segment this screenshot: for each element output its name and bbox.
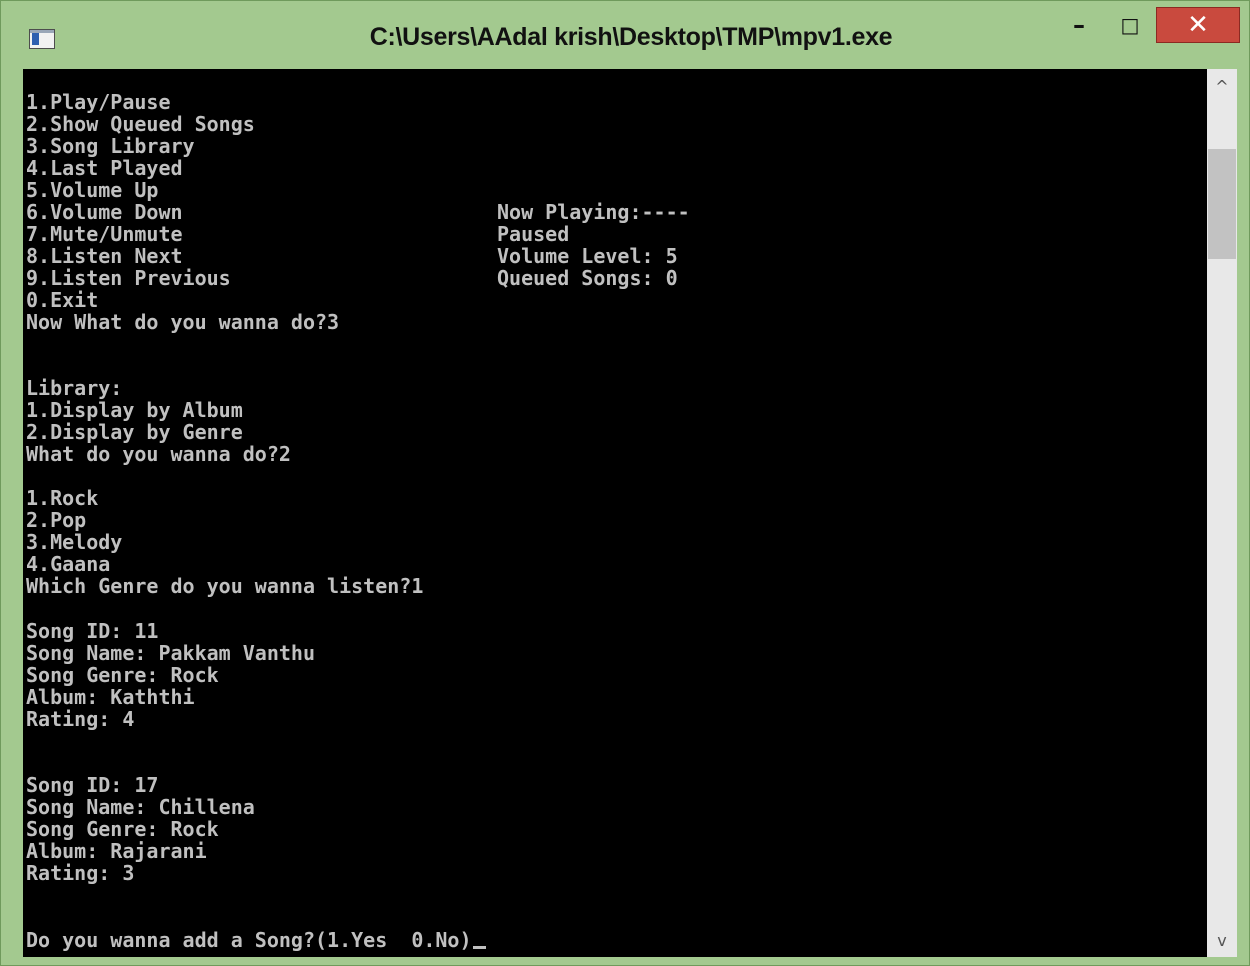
menu-line: 4.Last Played — [26, 156, 183, 180]
song-id: Song ID: 11 — [26, 619, 159, 643]
menu-line: 3.Song Library — [26, 134, 195, 158]
queued-songs-count: Queued Songs: 0 — [497, 266, 678, 290]
console-output[interactable]: 1.Play/Pause 2.Show Queued Songs 3.Song … — [23, 69, 1207, 957]
menu-line: 7.Mute/Unmute — [26, 222, 183, 246]
console-window: C:\Users\AAdal krish\Desktop\TMP\mpv1.ex… — [0, 0, 1250, 966]
scroll-down-arrow-icon[interactable]: v — [1207, 925, 1237, 955]
library-heading: Library: — [26, 376, 123, 400]
genre-option: 2.Pop — [26, 508, 87, 532]
menu-line: 9.Listen Previous — [26, 266, 231, 290]
volume-level: Volume Level: 5 — [497, 244, 678, 268]
maximize-button[interactable]: □ — [1111, 7, 1149, 43]
add-song-prompt-line[interactable]: Do you wanna add a Song?(1.Yes 0.No) — [26, 929, 486, 951]
menu-line: 2.Show Queued Songs — [26, 112, 255, 136]
menu-line: 5.Volume Up — [26, 178, 159, 202]
song-name: Song Name: Chillena — [26, 795, 255, 819]
close-button[interactable]: ✕ — [1156, 7, 1240, 43]
song-album: Album: Kaththi — [26, 685, 195, 709]
scroll-up-arrow-icon[interactable]: ^ — [1207, 71, 1237, 101]
library-option: 2.Display by Genre — [26, 420, 243, 444]
scrollbar-thumb[interactable] — [1208, 149, 1236, 259]
genre-option: 1.Rock — [26, 486, 99, 510]
genre-option: 4.Gaana — [26, 552, 111, 576]
minimize-button[interactable]: – — [1061, 7, 1097, 43]
library-prompt: What do you wanna do?2 — [26, 442, 291, 466]
menu-line: 8.Listen Next — [26, 244, 183, 268]
song-rating: Rating: 4 — [26, 707, 135, 731]
add-song-prompt: Do you wanna add a Song?(1.Yes 0.No) — [26, 928, 472, 952]
library-option: 1.Display by Album — [26, 398, 243, 422]
genre-option: 3.Melody — [26, 530, 123, 554]
menu-line: 0.Exit — [26, 288, 99, 312]
genre-prompt: Which Genre do you wanna listen?1 — [26, 574, 424, 598]
song-genre: Song Genre: Rock — [26, 817, 219, 841]
menu-line: 6.Volume Down — [26, 200, 183, 224]
menu-prompt: Now What do you wanna do?3 — [26, 310, 340, 334]
text-cursor — [472, 946, 486, 949]
song-id: Song ID: 17 — [26, 773, 159, 797]
song-rating: Rating: 3 — [26, 861, 135, 885]
song-name: Song Name: Pakkam Vanthu — [26, 641, 315, 665]
menu-line: 1.Play/Pause — [26, 90, 171, 114]
title-bar[interactable]: C:\Users\AAdal krish\Desktop\TMP\mpv1.ex… — [1, 1, 1249, 67]
playback-state: Paused — [497, 222, 570, 246]
now-playing-status: Now Playing:---- — [497, 200, 690, 224]
song-album: Album: Rajarani — [26, 839, 207, 863]
song-genre: Song Genre: Rock — [26, 663, 219, 687]
vertical-scrollbar[interactable]: ^ v — [1207, 69, 1237, 957]
